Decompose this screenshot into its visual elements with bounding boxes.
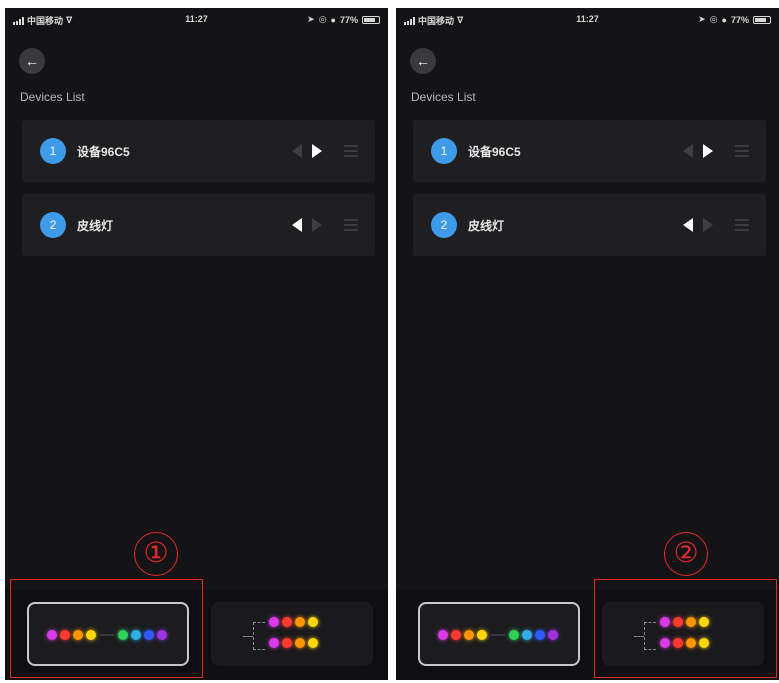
device-name: 皮线灯 — [468, 219, 505, 233]
comparison-figure: 中国移动 ∇ 11:27 ➤ ◎ ● 77% ← Devices List 1 … — [0, 0, 779, 683]
location-icon: ➤ — [698, 14, 706, 24]
branch-bracket-icon — [253, 622, 265, 650]
battery-percent: 77% — [339, 14, 358, 25]
sequential-mode-button[interactable] — [418, 602, 580, 666]
location-icon: ➤ — [307, 14, 315, 24]
device-name: 设备96C5 — [77, 145, 130, 159]
device-row[interactable]: 1 设备96C5 — [413, 120, 766, 182]
back-button[interactable]: ← — [19, 48, 45, 74]
callout-label-2: ② — [664, 532, 708, 576]
sequential-dots — [438, 630, 561, 640]
device-name: 设备96C5 — [468, 145, 521, 159]
light-dot — [295, 617, 305, 627]
alarm-icon: ◎ — [709, 14, 718, 24]
direction-left-button[interactable] — [683, 218, 693, 232]
light-dot — [535, 630, 545, 640]
drag-handle-icon[interactable] — [735, 219, 749, 234]
parallel-dots-row — [269, 638, 321, 648]
light-dot — [282, 617, 292, 627]
light-dot — [308, 638, 318, 648]
branch-stem-icon — [243, 636, 253, 637]
light-dot — [269, 617, 279, 627]
device-index-badge: 1 — [431, 138, 457, 164]
lock-rotation-icon: ● — [721, 14, 727, 25]
light-dot — [282, 638, 292, 648]
light-dot — [308, 617, 318, 627]
direction-left-button[interactable] — [292, 218, 302, 232]
drag-handle-icon[interactable] — [344, 219, 358, 234]
direction-right-button[interactable] — [312, 218, 322, 232]
callout-label-1: ① — [134, 532, 178, 576]
devices-list-title: Devices List — [20, 90, 85, 104]
status-right: ➤ ◎ ● 77% — [307, 14, 380, 25]
callout-box-2 — [594, 579, 777, 678]
status-bar: 中国移动 ∇ 11:27 ➤ ◎ ● 77% — [5, 8, 388, 30]
direction-left-button[interactable] — [683, 144, 693, 158]
direction-right-button[interactable] — [312, 144, 322, 158]
arrow-left-icon: ← — [416, 53, 430, 69]
device-name: 皮线灯 — [77, 219, 114, 233]
light-dot — [509, 630, 519, 640]
device-index-badge: 2 — [431, 212, 457, 238]
battery-icon — [753, 15, 771, 24]
device-row[interactable]: 2 皮线灯 — [413, 194, 766, 256]
battery-fill — [755, 17, 766, 22]
light-dot — [438, 630, 448, 640]
drag-handle-icon[interactable] — [344, 145, 358, 160]
direction-right-button[interactable] — [703, 218, 713, 232]
status-bar: 中国移动 ∇ 11:27 ➤ ◎ ● 77% — [396, 8, 779, 30]
device-index-badge: 1 — [40, 138, 66, 164]
light-dot — [477, 630, 487, 640]
parallel-dots-row — [269, 617, 321, 627]
light-dot — [269, 638, 279, 648]
light-dot — [464, 630, 474, 640]
light-dot — [522, 630, 532, 640]
direction-right-button[interactable] — [703, 144, 713, 158]
battery-icon — [362, 15, 380, 24]
devices-list-title: Devices List — [411, 90, 476, 104]
back-button[interactable]: ← — [410, 48, 436, 74]
battery-fill — [364, 17, 375, 22]
device-index-badge: 2 — [40, 212, 66, 238]
direction-left-button[interactable] — [292, 144, 302, 158]
battery-percent: 77% — [730, 14, 749, 25]
status-right: ➤ ◎ ● 77% — [698, 14, 771, 25]
light-dot — [295, 638, 305, 648]
light-dot — [548, 630, 558, 640]
callout-box-1 — [10, 579, 203, 678]
sequence-connector — [491, 634, 505, 636]
arrow-left-icon: ← — [25, 53, 39, 69]
device-row[interactable]: 2 皮线灯 — [22, 194, 375, 256]
alarm-icon: ◎ — [318, 14, 327, 24]
device-row[interactable]: 1 设备96C5 — [22, 120, 375, 182]
drag-handle-icon[interactable] — [735, 145, 749, 160]
lock-rotation-icon: ● — [330, 14, 336, 25]
light-dot — [451, 630, 461, 640]
parallel-mode-button[interactable] — [211, 602, 373, 666]
